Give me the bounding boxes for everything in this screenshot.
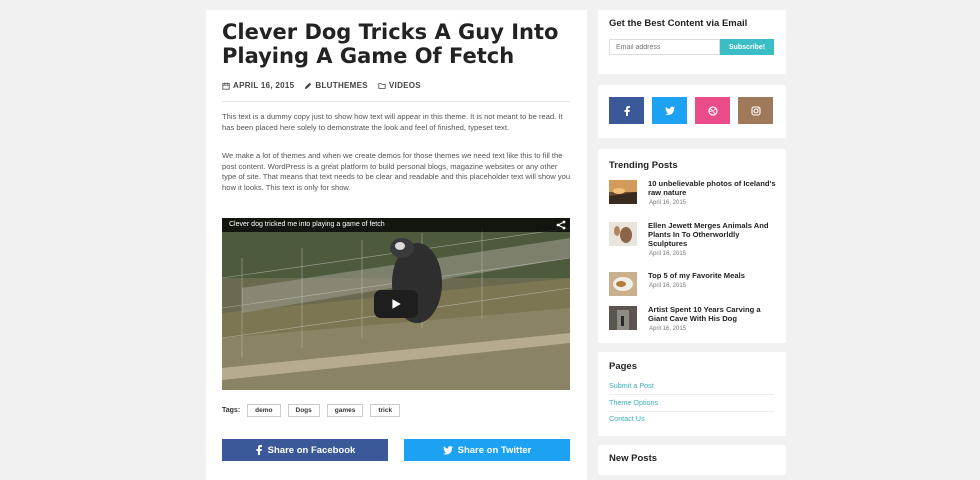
video-title[interactable]: Clever dog tricked me into playing a gam… bbox=[229, 221, 385, 228]
article-card: Clever Dog Tricks A Guy Into Playing A G… bbox=[206, 10, 587, 480]
social-dribbble-button[interactable] bbox=[695, 97, 730, 124]
post-thumbnail[interactable] bbox=[609, 272, 637, 296]
subscribe-title: Get the Best Content via Email bbox=[609, 18, 748, 29]
post-thumbnail[interactable] bbox=[609, 222, 637, 246]
pencil-icon bbox=[305, 82, 312, 89]
tags-label: Tags: bbox=[222, 407, 241, 414]
social-twitter-button[interactable] bbox=[652, 97, 687, 124]
tag-link[interactable]: games bbox=[326, 404, 364, 417]
article-author-text: BLUTHEMES bbox=[315, 81, 368, 90]
social-facebook-button[interactable] bbox=[609, 97, 644, 124]
page-link-contact[interactable]: Contact Us bbox=[609, 414, 774, 427]
page-link-theme-options[interactable]: Theme Options bbox=[609, 398, 774, 412]
page-link-submit[interactable]: Submit a Post bbox=[609, 381, 774, 395]
new-posts-title: New Posts bbox=[609, 453, 658, 464]
post-thumbnail[interactable] bbox=[609, 306, 637, 330]
video-title-bar: Clever dog tricked me into playing a gam… bbox=[222, 218, 570, 232]
dribbble-icon bbox=[707, 105, 718, 116]
post-title[interactable]: Ellen Jewett Merges Animals And Plants I… bbox=[648, 221, 780, 248]
share-facebook-button[interactable]: Share on Facebook bbox=[222, 439, 388, 461]
share-icon[interactable] bbox=[556, 220, 566, 230]
article-date: APRIL 16, 2015 bbox=[222, 81, 294, 90]
calendar-icon bbox=[222, 82, 230, 90]
meta-divider bbox=[222, 101, 570, 102]
trending-post[interactable]: Top 5 of my Favorite Meals April 16, 201… bbox=[609, 271, 780, 298]
article-paragraph: We make a lot of themes and when we crea… bbox=[222, 151, 571, 192]
share-facebook-label: Share on Facebook bbox=[267, 444, 356, 456]
share-twitter-button[interactable]: Share on Twitter bbox=[404, 439, 570, 461]
post-title[interactable]: Top 5 of my Favorite Meals bbox=[648, 271, 780, 281]
tag-link[interactable]: trick bbox=[370, 404, 401, 417]
post-date: April 16, 2015 bbox=[649, 251, 687, 257]
pages-widget: Pages Submit a Post Theme Options Contac… bbox=[598, 352, 786, 436]
trending-post[interactable]: Artist Spent 10 Years Carving a Giant Ca… bbox=[609, 305, 780, 336]
trending-post[interactable]: 10 unbelievable photos of Iceland's raw … bbox=[609, 179, 780, 210]
folder-icon bbox=[378, 82, 386, 89]
post-date: April 16, 2015 bbox=[649, 326, 687, 332]
article-category[interactable]: VIDEOS bbox=[378, 81, 421, 90]
video-player[interactable]: Clever dog tricked me into playing a gam… bbox=[222, 218, 570, 390]
twitter-icon bbox=[664, 106, 675, 115]
facebook-icon bbox=[624, 105, 630, 116]
subscribe-widget: Get the Best Content via Email Subscribe… bbox=[598, 10, 786, 74]
play-icon bbox=[392, 299, 401, 309]
article-title: Clever Dog Tricks A Guy Into Playing A G… bbox=[222, 20, 559, 68]
post-title[interactable]: 10 unbelievable photos of Iceland's raw … bbox=[648, 179, 780, 198]
article-date-text: APRIL 16, 2015 bbox=[233, 81, 295, 90]
trending-widget: Trending Posts 10 unbelievable photos of… bbox=[598, 149, 786, 343]
share-twitter-label: Share on Twitter bbox=[457, 444, 532, 456]
trending-title: Trending Posts bbox=[609, 160, 678, 171]
article-category-text: VIDEOS bbox=[388, 81, 421, 90]
email-field[interactable] bbox=[609, 39, 720, 55]
tag-link[interactable]: demo bbox=[247, 404, 281, 417]
post-thumbnail[interactable] bbox=[609, 180, 637, 204]
post-title[interactable]: Artist Spent 10 Years Carving a Giant Ca… bbox=[648, 305, 780, 324]
instagram-icon bbox=[750, 105, 761, 116]
post-date: April 16, 2015 bbox=[649, 200, 687, 206]
social-instagram-button[interactable] bbox=[738, 97, 773, 124]
subscribe-button[interactable]: Subscribe! bbox=[720, 39, 774, 55]
twitter-icon bbox=[442, 445, 453, 455]
tags-row: Tags: demo Dogs games trick bbox=[222, 404, 401, 417]
play-button[interactable] bbox=[374, 290, 418, 318]
trending-post[interactable]: Ellen Jewett Merges Animals And Plants I… bbox=[609, 221, 780, 260]
post-date: April 16, 2015 bbox=[649, 283, 687, 289]
tag-link[interactable]: Dogs bbox=[287, 404, 320, 417]
article-meta: APRIL 16, 2015 BLUTHEMES VIDEOS bbox=[222, 81, 572, 90]
article-paragraph: This text is a dummy copy just to show h… bbox=[222, 112, 563, 132]
social-widget bbox=[598, 85, 786, 138]
facebook-icon bbox=[256, 445, 262, 455]
article-author[interactable]: BLUTHEMES bbox=[304, 81, 368, 90]
pages-title: Pages bbox=[609, 361, 637, 372]
